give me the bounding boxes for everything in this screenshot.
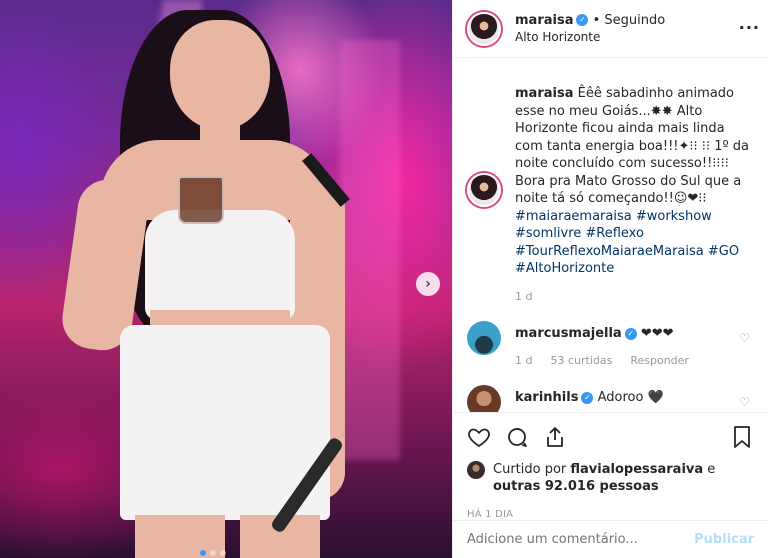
hashtags-line[interactable]: #maiaraemaraisa #workshow	[515, 208, 752, 226]
like-comment-heart-icon[interactable]: ♡	[739, 395, 750, 409]
comment-avatar[interactable]	[467, 321, 501, 355]
post-sidebar: maraisa ✓ • Seguindo Alto Horizonte ··· m…	[452, 0, 768, 558]
reply-button[interactable]: Responder	[630, 352, 689, 369]
carousel-dot	[220, 550, 226, 556]
post-photo[interactable]: ›	[0, 0, 452, 558]
comment: karinhils ✓ Adoroo 🖤 ♡	[453, 385, 768, 412]
comments-list[interactable]: maraisa Êêê sabadinho animado esse no me…	[453, 59, 768, 412]
comment-likes[interactable]: 53 curtidas	[550, 352, 612, 369]
post-actions: Curtido por flavialopessaraiva e outras …	[453, 412, 768, 520]
hashtags-line[interactable]: #somlivre #Reflexo	[515, 225, 752, 243]
verified-badge-icon: ✓	[581, 391, 594, 404]
hashtags-line[interactable]: #AltoHorizonte	[515, 260, 752, 278]
comment-text: ❤❤❤	[640, 326, 674, 341]
caption-username[interactable]: maraisa	[515, 86, 573, 101]
likes-summary: Curtido por flavialopessaraiva e outras …	[467, 461, 754, 495]
next-photo-button[interactable]: ›	[416, 272, 440, 296]
likes-others[interactable]: outras 92.016 pessoas	[493, 479, 659, 494]
comment-username[interactable]: marcusmajella	[515, 326, 622, 341]
carousel-dots	[200, 550, 226, 556]
caption: maraisa Êêê sabadinho animado esse no me…	[453, 59, 768, 305]
post-header: maraisa ✓ • Seguindo Alto Horizonte ···	[453, 0, 768, 58]
comment: marcusmajella ✓ ❤❤❤ 1 d 53 curtidas Respo…	[453, 321, 768, 369]
verified-badge-icon: ✓	[576, 14, 589, 26]
verified-badge-icon: ✓	[624, 327, 637, 340]
publish-button[interactable]: Publicar	[694, 532, 754, 547]
comment-input[interactable]	[467, 532, 695, 547]
more-options-icon[interactable]: ···	[739, 18, 760, 37]
comment-avatar[interactable]	[467, 385, 501, 412]
chevron-right-icon: ›	[425, 276, 431, 292]
author-avatar[interactable]	[467, 11, 501, 46]
carousel-dot	[210, 550, 216, 556]
heart-icon[interactable]	[467, 425, 491, 449]
carousel-dot	[200, 550, 206, 556]
caption-avatar[interactable]	[467, 173, 501, 207]
hashtags-line[interactable]: #TourReflexoMaiaraeMaraisa #GO	[515, 243, 752, 261]
comment-icon[interactable]	[505, 425, 529, 449]
caption-text: Êêê sabadinho animado esse no meu Goiás.…	[515, 86, 749, 206]
following-button[interactable]: Seguindo	[604, 13, 665, 28]
likes-prefix: Curtido por	[493, 462, 571, 477]
comment-username[interactable]: karinhils	[515, 390, 578, 405]
liker-username[interactable]: flavialopessaraiva	[570, 462, 703, 477]
caption-time[interactable]: 1 d	[515, 288, 752, 306]
post-timestamp[interactable]: HÁ 1 DIA	[467, 509, 754, 520]
like-comment-heart-icon[interactable]: ♡	[739, 331, 750, 345]
glass	[178, 176, 224, 224]
author-username[interactable]: maraisa	[515, 13, 573, 28]
bookmark-icon[interactable]	[730, 425, 754, 449]
share-icon[interactable]	[543, 425, 567, 449]
comment-time[interactable]: 1 d	[515, 352, 532, 369]
post-location[interactable]: Alto Horizonte	[515, 29, 665, 45]
likes-middle: e	[703, 462, 716, 477]
liker-avatar[interactable]	[467, 461, 485, 479]
add-comment-bar: Publicar	[453, 520, 768, 558]
comment-text: Adoroo 🖤	[597, 390, 664, 405]
